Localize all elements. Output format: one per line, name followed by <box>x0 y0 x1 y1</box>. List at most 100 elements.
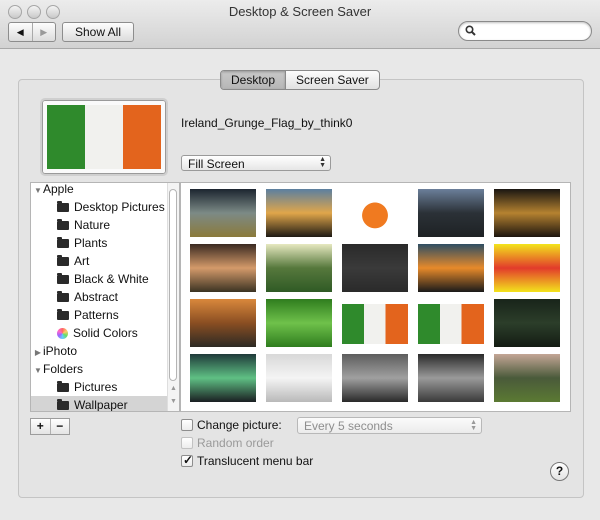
source-item-solid-colors[interactable]: Solid Colors <box>31 324 138 342</box>
scrollbar-thumb[interactable] <box>169 189 177 381</box>
folder-icon <box>57 255 69 266</box>
source-item-label: Nature <box>74 218 111 232</box>
add-folder-button[interactable]: + <box>31 419 50 434</box>
scroll-up-icon[interactable]: ▲ <box>168 385 179 392</box>
interval-select[interactable]: Every 5 seconds ▲ ▼ <box>297 417 482 434</box>
picture-thumbnail[interactable] <box>418 304 484 344</box>
source-item-label: Pictures <box>74 380 118 394</box>
picture-thumbnail[interactable] <box>190 354 256 402</box>
folder-icon <box>57 309 69 320</box>
popup-arrows-icon: ▲ ▼ <box>470 419 477 432</box>
add-remove-control: + − <box>30 418 70 435</box>
random-order-checkbox[interactable]: Random order <box>181 436 274 450</box>
flag-stripe <box>123 105 161 169</box>
checkbox-box[interactable] <box>181 437 193 449</box>
picture-thumbnail[interactable] <box>266 354 332 402</box>
picture-name: Ireland_Grunge_Flag_by_think0 <box>181 116 353 130</box>
source-item-desktop-pictures[interactable]: Desktop Pictures <box>31 198 165 216</box>
source-item-folders[interactable]: ▼Folders <box>31 360 83 378</box>
remove-folder-button[interactable]: − <box>49 419 70 434</box>
interval-value: Every 5 seconds <box>304 419 393 433</box>
source-item-label: Abstract <box>74 290 119 304</box>
source-item-label: iPhoto <box>43 344 78 358</box>
source-item-abstract[interactable]: Abstract <box>31 288 118 306</box>
color-wheel-icon <box>57 328 68 339</box>
picture-thumbnail[interactable] <box>494 244 560 292</box>
forward-arrow-icon[interactable]: ▶ <box>31 23 56 41</box>
folder-icon <box>57 219 69 230</box>
source-item-label: Black & White <box>74 272 149 286</box>
picture-thumbnail[interactable] <box>494 299 560 347</box>
preview-image <box>47 105 161 169</box>
source-item-label: Desktop Pictures <box>74 200 165 214</box>
picture-thumbnail[interactable] <box>418 189 484 237</box>
back-forward-control: ◀ ▶ <box>8 22 56 42</box>
checkbox-box[interactable]: ✓ <box>181 453 194 467</box>
source-item-label: Folders <box>43 362 84 376</box>
folder-icon <box>57 399 69 410</box>
source-item-label: Art <box>74 254 90 268</box>
fit-mode-value: Fill Screen <box>188 157 245 171</box>
checkbox-box[interactable] <box>181 419 193 431</box>
window-title: Desktop & Screen Saver <box>228 4 372 19</box>
search-icon <box>465 25 476 36</box>
source-item-art[interactable]: Art <box>31 252 89 270</box>
source-item-label: Solid Colors <box>73 326 138 340</box>
folder-icon <box>57 381 69 392</box>
source-item-label: Wallpaper <box>74 398 128 412</box>
change-picture-label: Change picture: <box>197 418 282 432</box>
search-input[interactable] <box>458 21 592 41</box>
source-item-wallpaper[interactable]: Wallpaper <box>31 396 179 412</box>
tab-bar: Desktop Screen Saver <box>220 70 380 90</box>
source-item-pictures[interactable]: Pictures <box>31 378 117 396</box>
picture-thumbnail[interactable] <box>190 189 256 237</box>
disclosure-expanded-icon[interactable]: ▼ <box>33 183 43 200</box>
disclosure-collapsed-icon[interactable]: ▶ <box>33 344 43 362</box>
picture-thumbnail[interactable] <box>418 354 484 402</box>
picture-thumbnail[interactable] <box>266 299 332 347</box>
disclosure-expanded-icon[interactable]: ▼ <box>33 362 43 380</box>
checkmark-icon: ✓ <box>183 453 194 467</box>
picture-thumbnail[interactable] <box>342 354 408 402</box>
folder-icon <box>57 201 69 212</box>
folder-icon <box>57 291 69 302</box>
back-arrow-icon[interactable]: ◀ <box>9 23 32 41</box>
picture-thumbnail[interactable] <box>342 304 408 344</box>
picture-thumbnail[interactable] <box>494 189 560 237</box>
picture-grid <box>180 182 571 412</box>
source-item-patterns[interactable]: Patterns <box>31 306 119 324</box>
picture-thumbnail[interactable] <box>418 244 484 292</box>
picture-thumbnail[interactable] <box>190 244 256 292</box>
tab-desktop[interactable]: Desktop <box>221 71 286 89</box>
picture-thumbnail[interactable] <box>266 189 332 237</box>
source-item-label: Apple <box>43 182 74 196</box>
source-item-label: Plants <box>74 236 108 250</box>
picture-thumbnail[interactable] <box>190 299 256 347</box>
translucent-menu-bar-checkbox[interactable]: ✓ Translucent menu bar <box>181 453 314 468</box>
fit-mode-select[interactable]: Fill Screen ▲ ▼ <box>181 155 331 171</box>
help-button[interactable]: ? <box>550 462 569 481</box>
source-item-iphoto[interactable]: ▶ iPhoto <box>31 342 77 360</box>
flag-stripe <box>47 105 85 169</box>
source-item-apple[interactable]: ▼Apple <box>31 182 74 200</box>
source-item-nature[interactable]: Nature <box>31 216 110 234</box>
change-picture-checkbox[interactable]: Change picture: <box>181 418 282 432</box>
source-list-scrollbar[interactable]: ▲ ▼ <box>167 183 179 411</box>
picture-thumbnail[interactable] <box>342 244 408 292</box>
source-item-plants[interactable]: Plants <box>31 234 107 252</box>
translucent-menu-bar-label: Translucent menu bar <box>197 454 314 468</box>
scroll-down-icon[interactable]: ▼ <box>168 398 179 405</box>
folder-icon <box>57 273 69 284</box>
flag-stripe <box>85 105 123 169</box>
picture-thumbnail[interactable] <box>342 189 408 237</box>
folder-icon <box>57 237 69 248</box>
source-item-black-white[interactable]: Black & White <box>31 270 149 288</box>
picture-thumbnail[interactable] <box>266 244 332 292</box>
tab-screen-saver[interactable]: Screen Saver <box>285 71 379 89</box>
random-order-label: Random order <box>197 436 274 450</box>
current-picture-preview[interactable] <box>40 98 168 176</box>
show-all-button[interactable]: Show All <box>62 22 134 42</box>
source-list: Wallpaper Pictures ▼Folders ▶ iPhoto Solid Co… <box>30 182 180 412</box>
source-item-label: Patterns <box>74 308 119 322</box>
picture-thumbnail[interactable] <box>494 354 560 402</box>
